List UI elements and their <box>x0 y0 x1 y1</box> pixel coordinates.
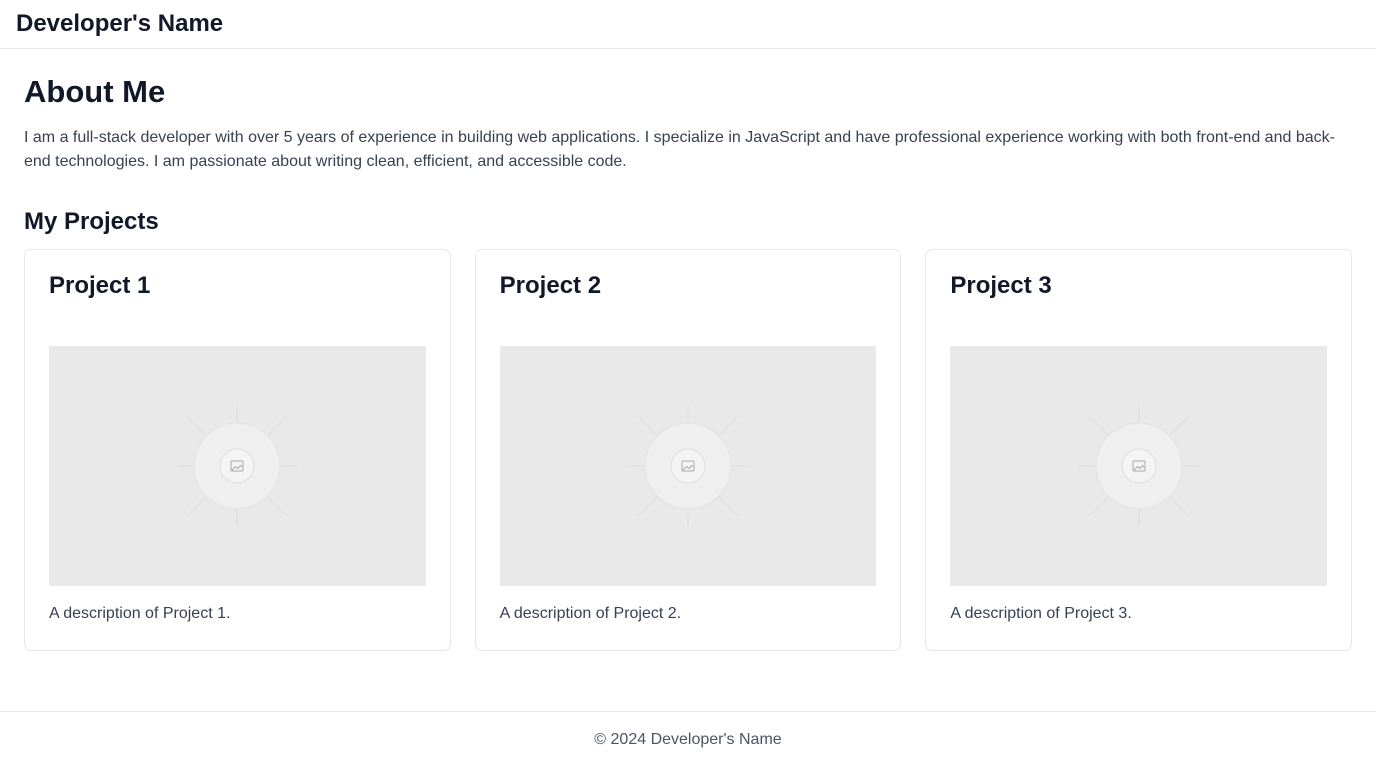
about-text: I am a full-stack developer with over 5 … <box>24 129 1335 170</box>
project-title: Project 2 <box>499 272 602 299</box>
project-description: A description of Project 3. <box>950 605 1132 622</box>
about-section: About Me I am a full-stack developer wit… <box>24 75 1352 174</box>
project-image-placeholder <box>49 346 426 586</box>
project-image-placeholder <box>499 346 877 586</box>
projects-grid: Project 1 A description of Project 1. Pr… <box>24 249 1353 651</box>
image-placeholder-icon <box>628 406 748 526</box>
project-description: A description of Project 1. <box>49 605 231 622</box>
project-card[interactable]: Project 3 A description of Project 3. <box>925 249 1353 651</box>
project-title: Project 3 <box>950 272 1052 299</box>
site-header: Developer's Name <box>0 0 1376 49</box>
project-description: A description of Project 2. <box>499 605 682 622</box>
project-card[interactable]: Project 2 A description of Project 2. <box>474 249 902 651</box>
image-placeholder-icon <box>177 406 298 526</box>
main-content: About Me I am a full-stack developer wit… <box>0 75 1376 651</box>
projects-title: My Projects <box>24 208 159 235</box>
footer-copyright: © 2024 Developer's Name <box>594 731 782 748</box>
projects-section: My Projects Project 1 A description of P… <box>24 208 1353 651</box>
site-name: Developer's Name <box>16 10 224 37</box>
about-title: About Me <box>24 74 166 109</box>
project-title: Project 1 <box>49 272 151 299</box>
image-placeholder-icon <box>1078 406 1199 526</box>
project-card[interactable]: Project 1 A description of Project 1. <box>24 249 451 651</box>
site-footer: © 2024 Developer's Name <box>0 711 1376 768</box>
project-image-placeholder <box>950 346 1328 586</box>
